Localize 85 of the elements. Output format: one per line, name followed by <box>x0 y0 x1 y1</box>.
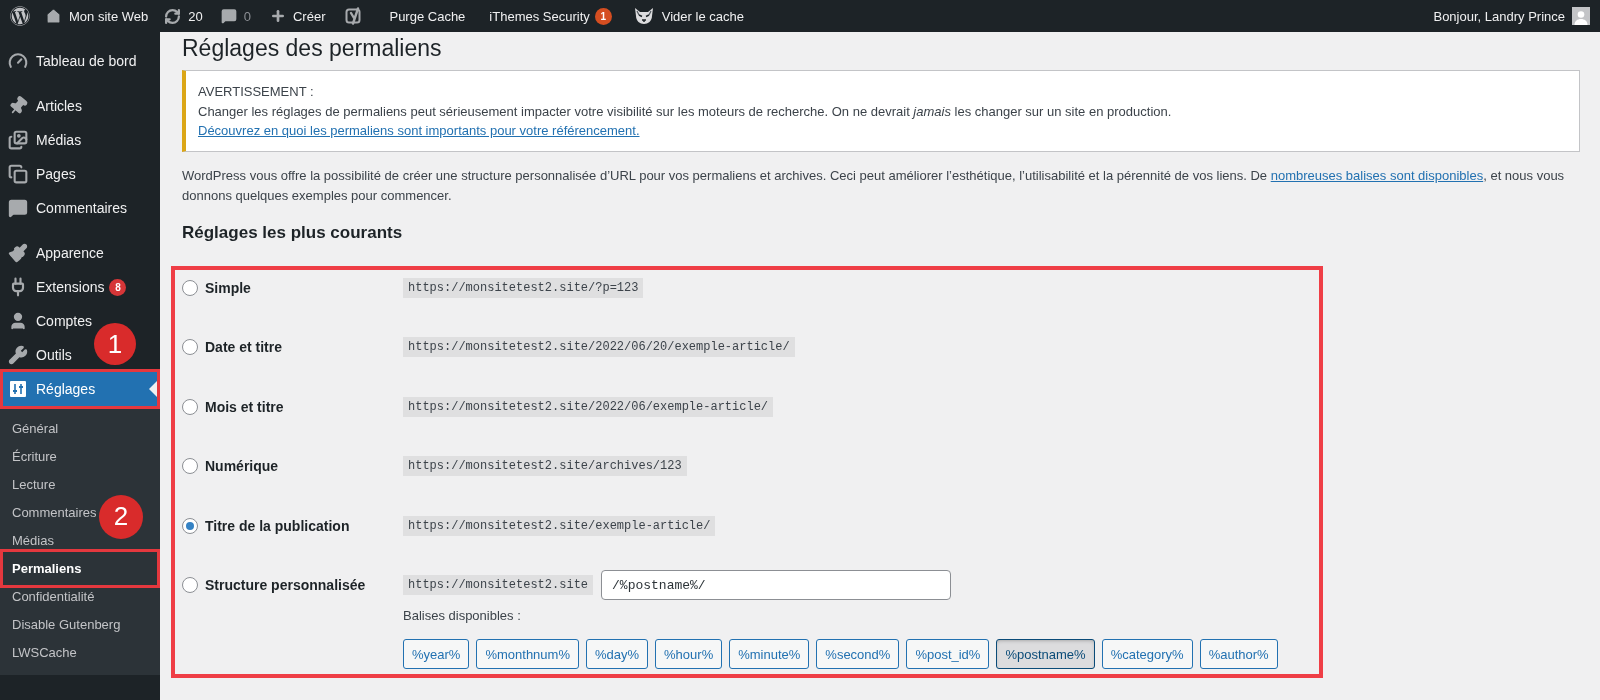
toolbar-item[interactable]: Créer <box>259 0 336 32</box>
url-prefix: https://monsitetest2.site <box>403 575 594 595</box>
option-label[interactable]: Simple <box>205 279 251 296</box>
menu-item[interactable]: Comptes <box>0 307 93 335</box>
speech-bubble-icon <box>8 198 28 218</box>
tag-button[interactable]: %post_id% <box>906 639 990 669</box>
section-heading: Réglages les plus courants <box>182 221 403 244</box>
plus-icon <box>269 8 286 24</box>
home-icon <box>45 7 62 25</box>
radio-button[interactable] <box>182 398 198 415</box>
toolbar-item[interactable]: Purge Cache <box>377 0 478 32</box>
submenu-item[interactable]: Lecture <box>0 476 56 492</box>
url-example: https://monsitetest2.site/2022/06/exemple-article/ <box>403 396 774 417</box>
count-badge: 8 <box>109 278 127 296</box>
sliders-icon <box>8 379 28 399</box>
submenu-item[interactable]: Confidentialité <box>0 588 95 604</box>
tag-button[interactable]: %day% <box>585 639 649 669</box>
radio-button[interactable] <box>182 279 198 296</box>
logo-icon[interactable] <box>10 6 30 26</box>
structure-input[interactable]: /%postname%/ <box>601 570 952 600</box>
submenu-item[interactable]: Général <box>0 420 59 436</box>
submenu-item[interactable]: Disable Gutenberg <box>0 616 121 632</box>
toolbar-item[interactable]: Vider le cache <box>623 0 753 32</box>
url-example: https://monsitetest2.site/archives/123 <box>403 456 687 476</box>
submenu-item[interactable]: Écriture <box>0 448 57 464</box>
refresh-icon <box>164 7 182 25</box>
tag-button[interactable]: %minute% <box>729 639 810 669</box>
menu-item[interactable]: Commentaires <box>0 194 128 222</box>
intro-paragraph: WordPress vous offre la possibilité de créer une structure personnalisée d’URL pour vos permaliens et archives. Ceci peut améliorer l’esthétique, l’utilisabilité et la pérennité de vos liens. De nombreuses balises sont disponibles, et nous vous donnons quelques exemples pour commencer. <box>182 166 1566 205</box>
tag-button[interactable]: %hour% <box>655 639 723 669</box>
page-title: Réglages des permaliens <box>182 34 442 63</box>
gauge-icon <box>8 51 28 71</box>
url-example: https://monsitetest2.site/exemple-article/ <box>403 515 716 536</box>
menu-item[interactable]: Extensions 8 <box>0 273 127 301</box>
submenu-item[interactable]: LWSCache <box>0 644 77 660</box>
option-label[interactable]: Mois et titre <box>205 398 284 415</box>
menu-item[interactable]: Réglages <box>0 369 160 409</box>
radio-button[interactable] <box>182 458 198 474</box>
pin-icon <box>8 96 28 116</box>
option-label[interactable]: Titre de la publication <box>205 517 350 534</box>
toolbar-item[interactable]: 0 <box>211 0 260 32</box>
radio-button[interactable] <box>182 517 198 534</box>
menu-item[interactable]: Apparence <box>0 239 104 267</box>
tag-button[interactable]: %postname% <box>996 639 1095 669</box>
submenu-item[interactable]: Permaliens <box>0 548 160 588</box>
images-icon <box>8 130 28 150</box>
toolbar-item[interactable]: 20 <box>155 0 212 32</box>
tag-button[interactable]: %year% <box>403 639 470 669</box>
option-label[interactable]: Numérique <box>205 458 279 474</box>
step-number: 1 <box>94 323 136 365</box>
account-menu[interactable]: Bonjour, Landry Prince <box>1423 0 1600 32</box>
menu-item[interactable]: Médias <box>0 126 82 154</box>
wrench-icon <box>8 345 28 365</box>
url-example: https://monsitetest2.site/2022/06/20/exemple-article/ <box>403 337 795 357</box>
radio-button[interactable] <box>182 339 198 355</box>
pages-icon <box>8 164 28 184</box>
url-example: https://monsitetest2.site/?p=123 <box>403 277 644 298</box>
step-number: 2 <box>99 494 143 539</box>
tag-button[interactable]: %category% <box>1101 639 1193 669</box>
person-icon <box>8 311 28 331</box>
triangle-icon <box>149 381 157 397</box>
cat-face-icon <box>632 5 655 27</box>
radio-button[interactable] <box>182 577 198 593</box>
tag-button[interactable]: %monthnum% <box>476 639 579 669</box>
avatar-icon <box>1572 7 1590 25</box>
count-badge: 1 <box>594 7 612 25</box>
menu-item[interactable]: Outils <box>0 341 72 369</box>
notice-text: Changer les réglages de permaliens peut sérieusement impacter votre visibilité sur les moteurs de recherche. On ne devrait jamais les changer sur un site en production. <box>198 102 1172 121</box>
tags-label: Balises disponibles : <box>403 607 521 625</box>
tag-button[interactable]: %author% <box>1199 639 1278 669</box>
toolbar-item[interactable]: iThemes Security 1 <box>477 0 624 32</box>
notice-title: AVERTISSEMENT : <box>198 83 314 101</box>
learn-more-link[interactable]: Découvrez en quoi les permaliens sont importants pour votre référencement. <box>198 121 640 141</box>
speech-bubble-icon <box>220 8 237 24</box>
toolbar-item[interactable]: Mon site Web <box>38 0 156 32</box>
menu-item[interactable]: Pages <box>0 160 76 188</box>
option-label[interactable]: Date et titre <box>205 339 283 355</box>
tag-button[interactable]: %second% <box>816 639 900 669</box>
submenu-item[interactable]: Commentaires <box>0 504 97 520</box>
option-label[interactable]: Structure personnalisée <box>205 577 366 593</box>
square-slash-icon[interactable] <box>345 7 364 25</box>
paintbrush-icon <box>8 243 28 263</box>
menu-item[interactable]: Articles <box>0 92 82 120</box>
menu-item[interactable]: Tableau de bord <box>0 47 137 75</box>
submenu-item[interactable]: Médias <box>0 532 54 548</box>
